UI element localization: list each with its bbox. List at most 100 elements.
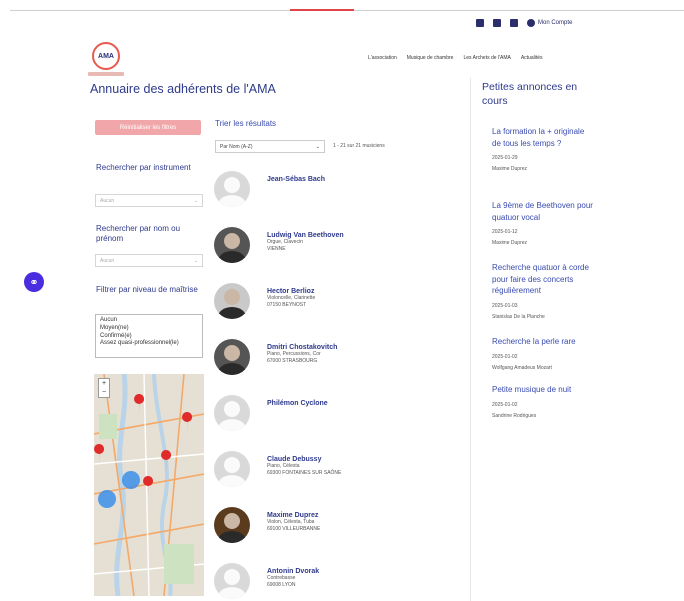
utility-bar: Mon Compte [476,19,572,27]
avatar-head [224,289,240,305]
member-info: Claude Debussy Piano, Célesta 69300 FONTAI… [267,451,341,476]
map-marker[interactable] [143,476,154,498]
member-city: 07150 BEYNOST [267,301,307,308]
sort-select-value: Par Nom (A-Z) [220,143,253,150]
avatar[interactable] [214,283,250,319]
sort-select[interactable]: Par Nom (A-Z) ⌄ [215,140,325,153]
ad-title-link[interactable]: Recherche quatuor à corde pour faire des… [492,262,594,297]
avatar-body [218,195,246,207]
site-logo[interactable]: AMA [92,42,120,70]
avatar-body [218,475,246,487]
member-card[interactable]: Claude Debussy Piano, Célesta 69300 FONTAI… [214,451,341,487]
account-link[interactable]: Mon Compte [527,19,572,27]
member-card[interactable]: Maxime Duprez Violon, Célesta, Tuba 69100 … [214,507,320,543]
nav-item-actualites[interactable]: Actualités [521,55,543,61]
avatar[interactable] [214,339,250,375]
ad-title-link[interactable]: La 9ème de Beethoven pour quatuor vocal [492,200,594,223]
level-option[interactable]: Assez quasi-professionnel(le) [100,340,198,348]
nav-item-association[interactable]: L'association [368,55,397,61]
avatar[interactable] [214,395,250,431]
reset-filters-button[interactable]: Réinitialiser les filtres [95,120,201,135]
ad-item: La formation la + originale de tous les … [492,126,594,172]
member-name[interactable]: Philémon Cyclone [267,400,328,407]
member-name[interactable]: Dmitri Chostakovitch [267,344,337,351]
ad-item: La 9ème de Beethoven pour quatuor vocal 2… [492,200,594,246]
ad-author: Maxime Duprez [492,166,528,172]
nav-item-musique-de-chambre[interactable]: Musique de chambre [407,55,454,61]
member-name[interactable]: Maxime Duprez [267,512,320,519]
ad-title-link[interactable]: La formation la + originale de tous les … [492,126,594,149]
member-city: 67000 STRASBOURG [267,357,318,364]
ad-date: 2025-01-12 [492,229,518,235]
member-name[interactable]: Hector Berlioz [267,288,315,295]
avatar[interactable] [214,563,250,599]
ad-item: Recherche la perle rare 2025-01-02 Wolfgan… [492,336,594,371]
ad-date: 2025-01-03 [492,302,518,309]
avatar-head [224,177,240,193]
page-title: Annuaire des adhérents de l'AMA [90,82,276,96]
avatar-head [224,457,240,473]
map-cluster[interactable] [122,471,140,489]
logo-text: AMA [98,52,114,60]
avatar-body [218,419,246,431]
ads-title: Petites annonces en cours [482,81,578,107]
ad-title-link[interactable]: Recherche la perle rare [492,336,594,348]
map-marker[interactable] [134,394,145,416]
document-icon[interactable] [476,19,484,27]
level-option[interactable]: Aucun [100,317,198,325]
message-icon[interactable] [493,19,501,27]
avatar-body [218,307,246,319]
member-card[interactable]: Antonin Dvorak Contrebasse 69008 LYON [214,563,319,599]
ad-date: 2025-01-29 [492,155,518,161]
map-marker[interactable] [182,412,193,434]
member-name[interactable]: Claude Debussy [267,456,341,463]
map-marker[interactable] [161,450,172,472]
member-card[interactable]: Jean-Sébas Bach [214,171,325,207]
logo-tagline [88,72,124,76]
calendar-icon[interactable] [510,19,518,27]
level-filter-label: Filtrer par niveau de maîtrise [96,285,198,294]
level-option[interactable]: Moyen(ne) [100,325,198,333]
member-info: Antonin Dvorak Contrebasse 69008 LYON [267,563,319,588]
members-map[interactable]: + − [94,374,204,596]
member-name[interactable]: Jean-Sébas Bach [267,176,325,183]
avatar-body [218,587,246,599]
member-card[interactable]: Ludwig Van Beethoven Orgue, Clavecin VIENN… [214,227,344,263]
chevron-down-icon: ⌄ [193,257,198,264]
level-listbox[interactable]: Aucun Moyen(ne) Confirmé(e) Assez quasi-… [95,314,203,358]
instrument-filter-label: Rechercher par instrument [96,163,191,172]
member-info: Philémon Cyclone [267,395,328,407]
sort-label: Trier les résultats [215,119,277,128]
name-select[interactable]: Aucun ⌄ [95,254,203,267]
avatar[interactable] [214,507,250,543]
member-info: Maxime Duprez Violon, Célesta, Tuba 69100 … [267,507,320,532]
avatar-head [224,345,240,361]
avatar[interactable] [214,451,250,487]
chevron-down-icon: ⌄ [193,197,198,204]
sidebar-divider [470,78,471,601]
accessibility-button[interactable]: ⚭ [24,272,44,292]
avatar-body [218,531,246,543]
avatar-body [218,251,246,263]
member-info: Dmitri Chostakovitch Piano, Percussions, … [267,339,337,364]
level-option[interactable]: Confirmé(e) [100,333,198,341]
ad-title-link[interactable]: Petite musique de nuit [492,384,594,396]
avatar[interactable] [214,171,250,207]
avatar-head [224,401,240,417]
ad-date: 2025-01-02 [492,353,518,360]
member-city: 69100 VILLEURBANNE [267,525,321,532]
member-card[interactable]: Philémon Cyclone [214,395,328,431]
member-name[interactable]: Antonin Dvorak [267,568,319,575]
member-name[interactable]: Ludwig Van Beethoven [267,232,344,239]
user-icon [527,19,535,27]
avatar-head [224,233,240,249]
map-cluster[interactable] [98,490,116,508]
map-marker[interactable] [94,444,105,466]
nav-item-archets[interactable]: Les Archets de l'AMA [463,55,510,61]
instrument-select[interactable]: Aucun ⌄ [95,194,203,207]
member-card[interactable]: Hector Berlioz Violoncelle, Clarinette 071… [214,283,315,319]
avatar-head [224,569,240,585]
avatar[interactable] [214,227,250,263]
member-card[interactable]: Dmitri Chostakovitch Piano, Percussions, … [214,339,337,375]
instrument-select-value: Aucun [100,197,115,204]
